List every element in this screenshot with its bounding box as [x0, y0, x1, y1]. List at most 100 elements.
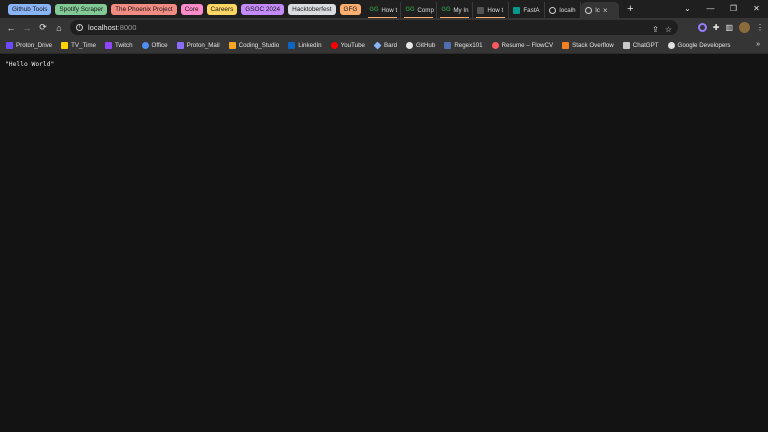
url-port: :8000 — [117, 23, 137, 32]
tab-group-spotify-scraper[interactable]: Spotify Scraper — [55, 3, 108, 15]
tab-title: lc — [595, 6, 600, 14]
window-controls: ⌄ — ❐ ✕ — [676, 0, 768, 16]
reload-button[interactable]: ⟳ — [35, 22, 51, 33]
json-response-text: "Hello World" — [5, 61, 55, 68]
bookmark-bard[interactable]: Bard — [373, 41, 398, 49]
maximize-button[interactable]: ❐ — [722, 4, 745, 13]
proton-mail-icon — [176, 41, 184, 49]
browser-tab[interactable]: GG How t — [365, 2, 402, 18]
bookmark-linkedin[interactable]: LinkedIn — [288, 41, 322, 49]
github-icon — [406, 41, 414, 49]
tab-group-hacktoberfest[interactable]: Hacktoberfest — [288, 3, 336, 15]
browser-tab[interactable]: How t — [473, 2, 510, 18]
tv-time-icon — [61, 41, 69, 49]
bookmark-coding-studio[interactable]: Coding_Studio — [228, 41, 280, 49]
bookmark-google-developers[interactable]: Google Developers — [667, 41, 731, 49]
extensions-puzzle-icon[interactable]: ✚ — [713, 23, 720, 32]
bookmark-proton-drive[interactable]: Proton_Drive — [6, 41, 53, 49]
menu-icon[interactable]: ⋮ — [756, 23, 764, 32]
url-host: localhost — [88, 23, 118, 32]
tab-strip: Github Tools Spotify Scraper The Phoenix… — [0, 0, 768, 18]
new-tab-button[interactable]: + — [623, 1, 637, 17]
bookmark-label: Proton_Mail — [186, 41, 220, 49]
tab-group-github-tools[interactable]: Github Tools — [8, 3, 52, 15]
bookmark-label: LinkedIn — [298, 41, 322, 49]
tab-group-gfg[interactable]: GFG — [339, 3, 362, 15]
bookmark-star-icon[interactable]: ☆ — [665, 25, 672, 34]
home-button[interactable]: ⌂ — [51, 23, 67, 33]
gfg-icon: GG — [441, 6, 451, 13]
twitch-icon — [105, 41, 112, 49]
omnibox-actions: ⇪ ☆ — [652, 22, 678, 37]
tab-group-phoenix-project[interactable]: The Phoenix Project — [111, 3, 177, 15]
bookmark-twitch[interactable]: Twitch — [105, 41, 133, 49]
more-bookmarks-chevron-icon[interactable]: » — [756, 41, 760, 48]
bookmark-label: YouTube — [340, 41, 365, 49]
tab-group-careers[interactable]: Careers — [206, 3, 238, 15]
navigation-toolbar: ← → ⟳ ⌂ i localhost :8000 ⇪ ☆ ✚ ▥ ⋮ — [0, 18, 768, 37]
bookmark-label: Regex101 — [454, 41, 483, 49]
bookmark-label: Coding_Studio — [238, 41, 280, 49]
extension-icon[interactable] — [697, 23, 707, 32]
bookmark-chatgpt[interactable]: ChatGPT — [622, 41, 659, 49]
tab-search-button[interactable]: ⌄ — [676, 4, 699, 13]
minimize-button[interactable]: — — [699, 4, 722, 13]
bookmark-office[interactable]: Office — [141, 41, 168, 49]
bookmark-resume-flowcv[interactable]: Resume – FlowCV — [491, 41, 554, 49]
back-button[interactable]: ← — [3, 23, 19, 33]
tab-title: localh — [559, 6, 576, 14]
chatgpt-icon — [622, 41, 630, 49]
bookmark-label: Google Developers — [677, 41, 731, 49]
bookmark-github[interactable]: GitHub — [406, 41, 436, 49]
tab-title: Comp — [417, 6, 434, 14]
forward-button[interactable]: → — [19, 23, 35, 33]
bookmark-label: GitHub — [416, 41, 436, 49]
bookmark-label: Stack Overflow — [572, 41, 614, 49]
side-panel-icon[interactable]: ▥ — [725, 23, 733, 32]
google-developers-icon — [667, 41, 675, 49]
page-icon — [477, 6, 485, 14]
tab-title: How t — [487, 6, 504, 14]
flowcv-icon — [491, 41, 499, 49]
close-tab-icon[interactable]: × — [603, 6, 608, 15]
tab-group-gsoc-2024[interactable]: GSOC 2024 — [241, 3, 285, 15]
bookmark-label: Office — [151, 41, 168, 49]
youtube-icon — [330, 41, 338, 49]
bookmark-regex101[interactable]: Regex101 — [444, 41, 483, 49]
linkedin-icon — [288, 41, 296, 49]
share-icon[interactable]: ⇪ — [652, 25, 659, 34]
bookmarks-bar: Proton_Drive TV_Time Twitch Office Proto… — [0, 37, 768, 54]
browser-tab[interactable]: GG Comp — [401, 2, 438, 18]
address-bar[interactable]: i localhost :8000 ⇪ ☆ — [70, 20, 678, 35]
bookmark-proton-mail[interactable]: Proton_Mail — [176, 41, 220, 49]
proton-drive-icon — [6, 41, 13, 49]
tab-title: My In — [453, 6, 469, 14]
browser-tab[interactable]: localh — [545, 2, 582, 18]
gfg-icon: GG — [405, 6, 415, 13]
bookmark-tv-time[interactable]: TV_Time — [61, 41, 96, 49]
gfg-icon: GG — [369, 6, 379, 13]
bookmark-youtube[interactable]: YouTube — [330, 41, 365, 49]
globe-icon — [585, 6, 593, 14]
browser-tab-active[interactable]: lc × — [581, 2, 620, 18]
bard-icon — [373, 41, 382, 49]
site-info-icon[interactable]: i — [76, 24, 83, 31]
bookmark-stack-overflow[interactable]: Stack Overflow — [562, 41, 614, 49]
bookmark-label: Twitch — [115, 41, 133, 49]
page-content: "Hello World" — [0, 55, 768, 432]
fastapi-icon — [513, 6, 521, 14]
bookmark-label: ChatGPT — [632, 41, 659, 49]
close-window-button[interactable]: ✕ — [745, 4, 768, 13]
office-icon — [141, 41, 149, 49]
bookmark-label: Bard — [383, 41, 398, 49]
profile-avatar[interactable] — [739, 22, 750, 33]
bookmark-label: TV_Time — [71, 41, 96, 49]
bookmark-label: Resume – FlowCV — [501, 41, 554, 49]
browser-tab[interactable]: FastA — [509, 2, 546, 18]
bookmark-label: Proton_Drive — [16, 41, 53, 49]
coding-studio-icon — [228, 41, 236, 49]
tab-group-core[interactable]: Core — [180, 3, 203, 15]
globe-icon — [549, 6, 557, 14]
tab-title: How t — [381, 6, 398, 14]
browser-tab[interactable]: GG My In — [437, 2, 474, 18]
